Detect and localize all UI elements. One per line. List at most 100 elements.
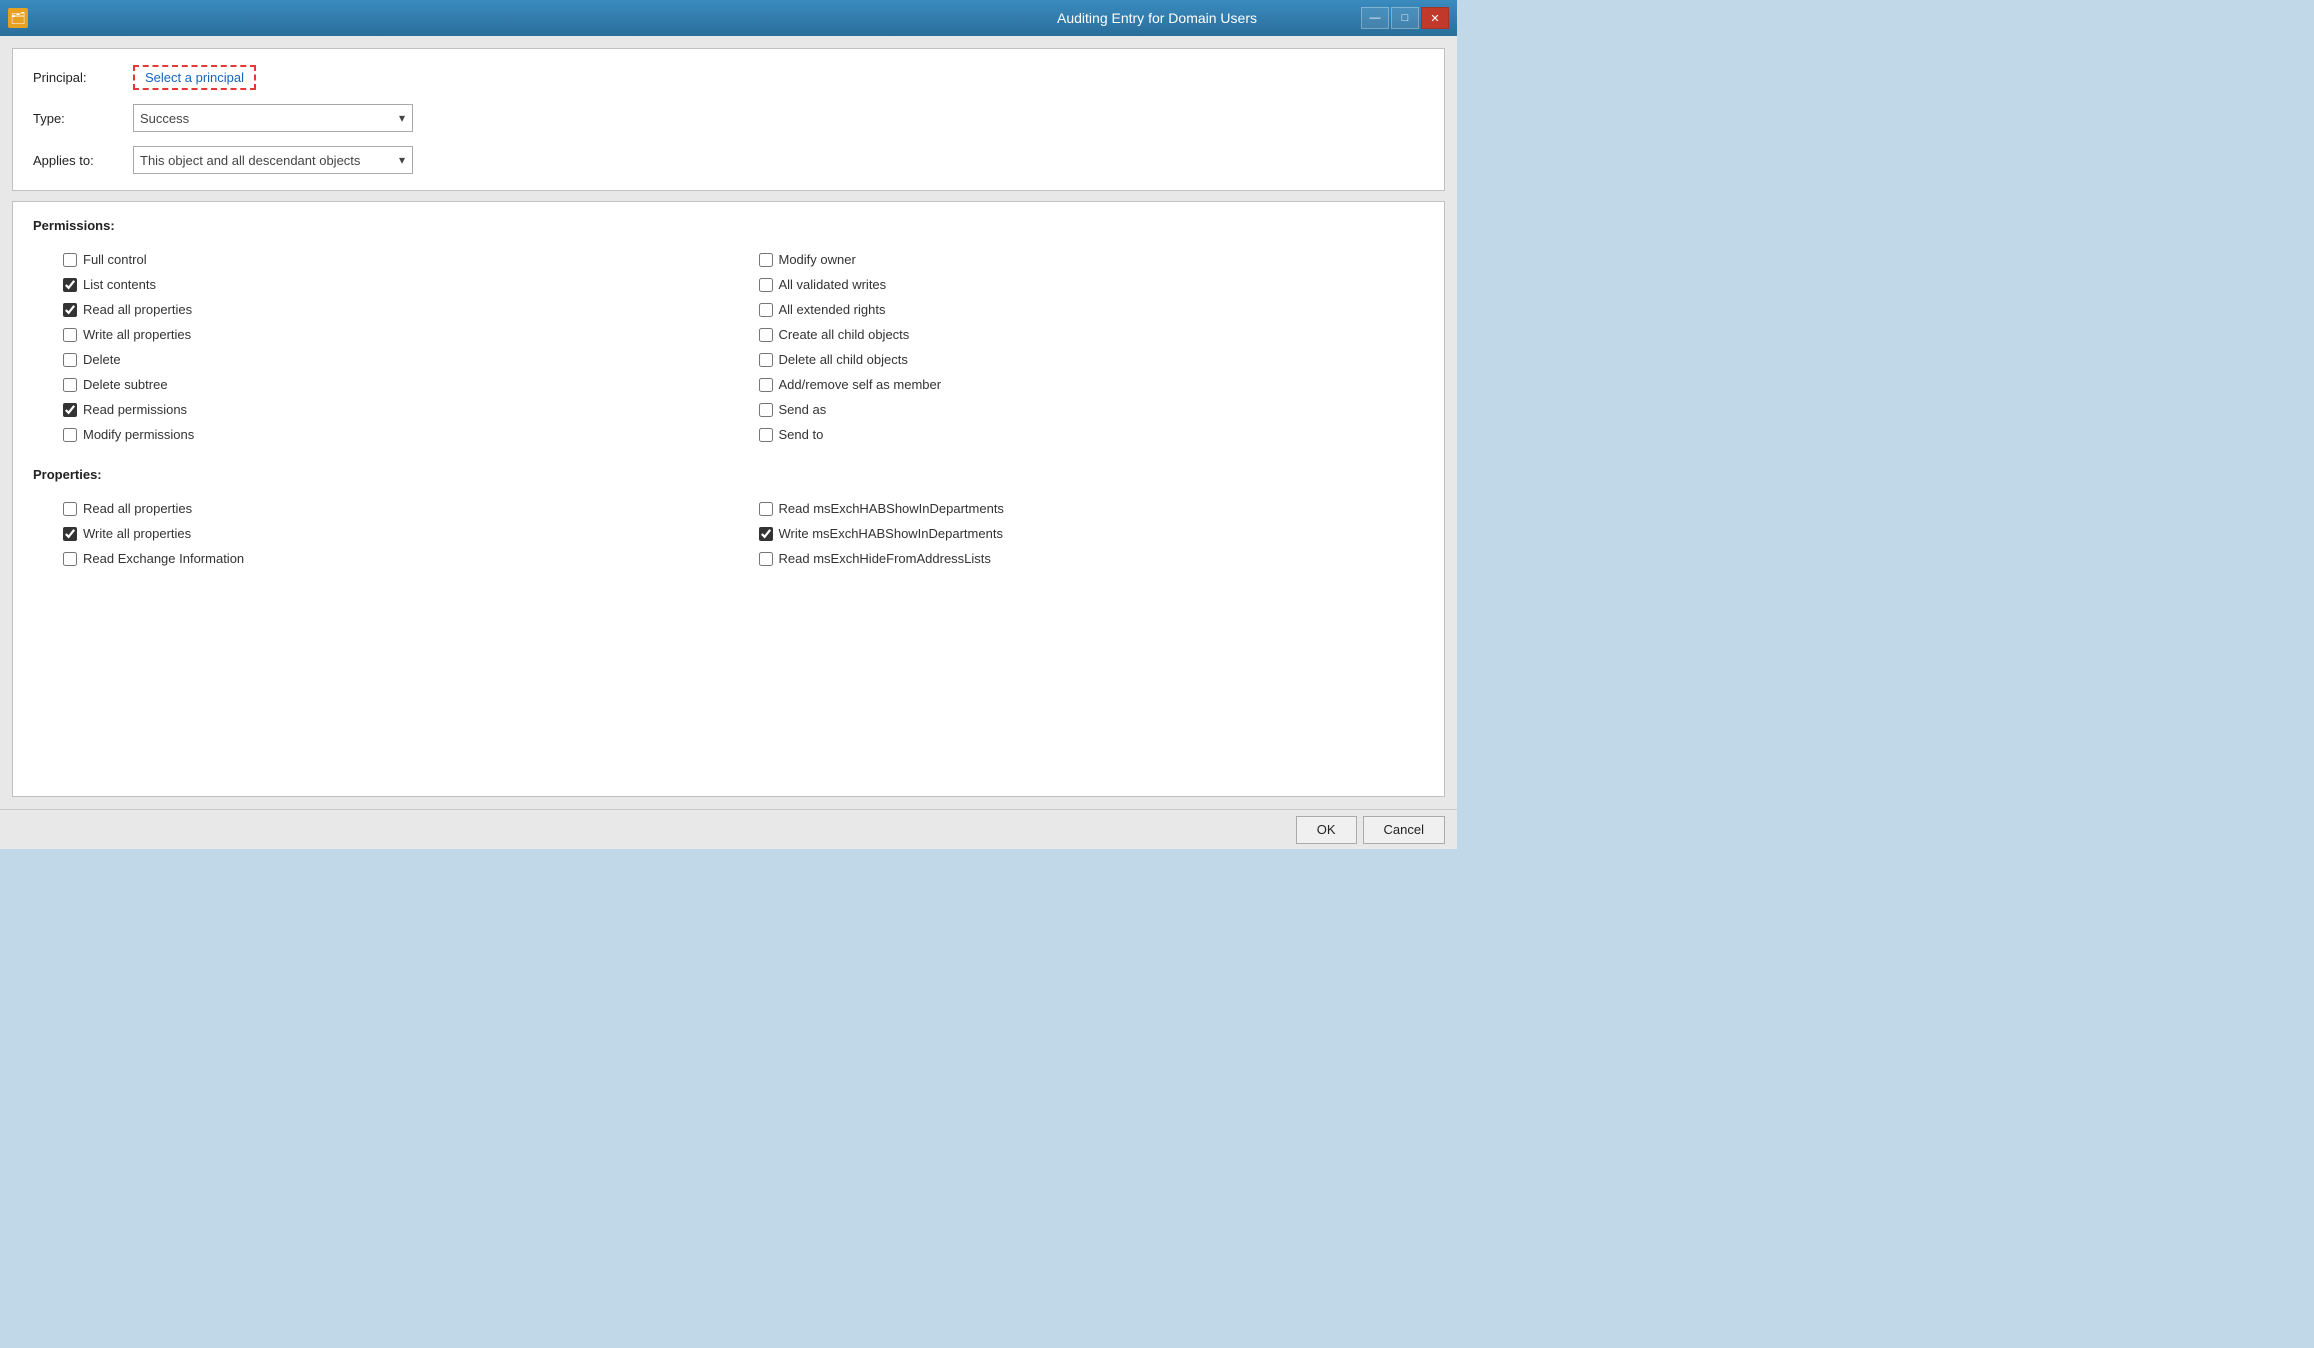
prop-read-all-label: Read all properties xyxy=(83,501,192,516)
modify-owner-checkbox[interactable] xyxy=(759,253,773,267)
select-principal-link[interactable]: Select a principal xyxy=(133,65,256,90)
list-item: All validated writes xyxy=(729,272,1425,297)
maximize-button[interactable]: □ xyxy=(1391,7,1419,29)
list-item: Send as xyxy=(729,397,1425,422)
delete-label: Delete xyxy=(83,352,121,367)
title-bar-left: 🗂 xyxy=(8,8,28,28)
prop-read-msexch-hab-checkbox[interactable] xyxy=(759,502,773,516)
all-extended-rights-checkbox[interactable] xyxy=(759,303,773,317)
type-select-wrapper: Success Failure All xyxy=(133,104,413,132)
main-window: 🗂 Auditing Entry for Domain Users — □ ✕ … xyxy=(0,0,1457,849)
properties-grid: Read all properties Write all properties… xyxy=(33,496,1424,571)
list-item: Read Exchange Information xyxy=(33,546,729,571)
list-item: Write msExchHABShowInDepartments xyxy=(729,521,1425,546)
list-item: Read msExchHABShowInDepartments xyxy=(729,496,1425,521)
list-contents-checkbox[interactable] xyxy=(63,278,77,292)
all-validated-writes-checkbox[interactable] xyxy=(759,278,773,292)
prop-write-all-checkbox[interactable] xyxy=(63,527,77,541)
write-all-props-label: Write all properties xyxy=(83,327,191,342)
delete-subtree-label: Delete subtree xyxy=(83,377,168,392)
full-control-checkbox[interactable] xyxy=(63,253,77,267)
list-item: Read all properties xyxy=(33,297,729,322)
cancel-button[interactable]: Cancel xyxy=(1363,816,1445,844)
list-item: Write all properties xyxy=(33,521,729,546)
window-body: Principal: Select a principal Type: Succ… xyxy=(0,36,1457,809)
type-row: Type: Success Failure All xyxy=(33,104,1424,132)
list-item: Delete xyxy=(33,347,729,372)
type-select[interactable]: Success Failure All xyxy=(133,104,413,132)
prop-write-msexch-hab-label: Write msExchHABShowInDepartments xyxy=(779,526,1003,541)
principal-row: Principal: Select a principal xyxy=(33,65,1424,90)
modify-permissions-checkbox[interactable] xyxy=(63,428,77,442)
list-item: Read msExchHideFromAddressLists xyxy=(729,546,1425,571)
full-control-label: Full control xyxy=(83,252,147,267)
list-item: Read permissions xyxy=(33,397,729,422)
applies-row: Applies to: This object and all descenda… xyxy=(33,146,1424,174)
delete-all-child-label: Delete all child objects xyxy=(779,352,908,367)
list-item: Send to xyxy=(729,422,1425,447)
permissions-left-col: Full control List contents Read all prop… xyxy=(33,247,729,447)
all-extended-rights-label: All extended rights xyxy=(779,302,886,317)
ok-button[interactable]: OK xyxy=(1296,816,1357,844)
applies-label: Applies to: xyxy=(33,153,133,168)
list-contents-label: List contents xyxy=(83,277,156,292)
read-all-props-checkbox[interactable] xyxy=(63,303,77,317)
applies-select[interactable]: This object and all descendant objects T… xyxy=(133,146,413,174)
app-icon: 🗂 xyxy=(8,8,28,28)
send-as-checkbox[interactable] xyxy=(759,403,773,417)
prop-write-msexch-hab-checkbox[interactable] xyxy=(759,527,773,541)
create-all-child-checkbox[interactable] xyxy=(759,328,773,342)
title-bar-controls: — □ ✕ xyxy=(1361,7,1449,29)
list-item: All extended rights xyxy=(729,297,1425,322)
prop-read-exchange-label: Read Exchange Information xyxy=(83,551,244,566)
send-to-label: Send to xyxy=(779,427,824,442)
type-label: Type: xyxy=(33,111,133,126)
properties-section: Properties: Read all properties Write al… xyxy=(33,467,1424,571)
list-item: Modify permissions xyxy=(33,422,729,447)
bottom-bar: OK Cancel xyxy=(0,809,1457,849)
list-item: Read all properties xyxy=(33,496,729,521)
properties-right-col: Read msExchHABShowInDepartments Write ms… xyxy=(729,496,1425,571)
list-item: Delete subtree xyxy=(33,372,729,397)
applies-select-wrapper: This object and all descendant objects T… xyxy=(133,146,413,174)
modify-owner-label: Modify owner xyxy=(779,252,856,267)
close-button[interactable]: ✕ xyxy=(1421,7,1449,29)
properties-left-col: Read all properties Write all properties… xyxy=(33,496,729,571)
send-as-label: Send as xyxy=(779,402,827,417)
list-item: Create all child objects xyxy=(729,322,1425,347)
list-item: Add/remove self as member xyxy=(729,372,1425,397)
delete-checkbox[interactable] xyxy=(63,353,77,367)
list-item: Delete all child objects xyxy=(729,347,1425,372)
minimize-button[interactable]: — xyxy=(1361,7,1389,29)
list-item: Modify owner xyxy=(729,247,1425,272)
properties-title: Properties: xyxy=(33,467,1424,482)
prop-read-msexch-hab-label: Read msExchHABShowInDepartments xyxy=(779,501,1004,516)
principal-label: Principal: xyxy=(33,70,133,85)
prop-read-exchange-checkbox[interactable] xyxy=(63,552,77,566)
title-bar: 🗂 Auditing Entry for Domain Users — □ ✕ xyxy=(0,0,1457,36)
modify-permissions-label: Modify permissions xyxy=(83,427,194,442)
permissions-right-col: Modify owner All validated writes All ex… xyxy=(729,247,1425,447)
write-all-props-checkbox[interactable] xyxy=(63,328,77,342)
send-to-checkbox[interactable] xyxy=(759,428,773,442)
prop-read-msexch-hide-label: Read msExchHideFromAddressLists xyxy=(779,551,991,566)
list-item: List contents xyxy=(33,272,729,297)
read-permissions-label: Read permissions xyxy=(83,402,187,417)
list-item: Full control xyxy=(33,247,729,272)
permissions-title: Permissions: xyxy=(33,218,1424,233)
read-permissions-checkbox[interactable] xyxy=(63,403,77,417)
top-panel: Principal: Select a principal Type: Succ… xyxy=(12,48,1445,191)
prop-write-all-label: Write all properties xyxy=(83,526,191,541)
all-validated-writes-label: All validated writes xyxy=(779,277,887,292)
add-remove-self-label: Add/remove self as member xyxy=(779,377,942,392)
permissions-grid: Full control List contents Read all prop… xyxy=(33,247,1424,447)
list-item: Write all properties xyxy=(33,322,729,347)
window-title: Auditing Entry for Domain Users xyxy=(1057,10,1257,26)
delete-all-child-checkbox[interactable] xyxy=(759,353,773,367)
prop-read-all-checkbox[interactable] xyxy=(63,502,77,516)
prop-read-msexch-hide-checkbox[interactable] xyxy=(759,552,773,566)
permissions-panel: Permissions: Full control List contents … xyxy=(12,201,1445,797)
read-all-props-label: Read all properties xyxy=(83,302,192,317)
delete-subtree-checkbox[interactable] xyxy=(63,378,77,392)
add-remove-self-checkbox[interactable] xyxy=(759,378,773,392)
